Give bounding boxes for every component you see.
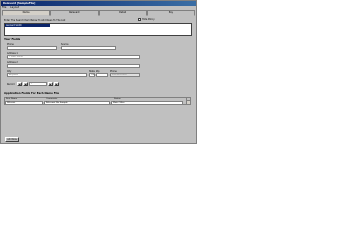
city-field[interactable]: Anytown: [7, 73, 87, 77]
address2-field[interactable]: [7, 64, 140, 68]
first-record-button[interactable]: ◀: [23, 82, 28, 86]
hide-policy-label: Hide Policy: [142, 18, 155, 21]
source-field[interactable]: [61, 46, 116, 50]
prev-record-button[interactable]: ◀: [17, 82, 22, 86]
state-field[interactable]: MA: [89, 73, 95, 77]
name-list[interactable]: Leonard Smith: [4, 23, 192, 36]
search-hint: Enter The Search Item Below To Add Rows …: [4, 19, 66, 22]
menu-layout[interactable]: Layout: [10, 6, 19, 9]
app-window: Relevant [SampleFile] File Layout Name R…: [0, 0, 197, 144]
hide-policy-checkbox[interactable]: [138, 18, 141, 21]
menu-file[interactable]: File: [2, 6, 6, 9]
record-label: Record: [7, 83, 15, 86]
add-row-button[interactable]: Add Row: [5, 137, 19, 142]
grid-cell-comments[interactable]: Relevant File Sample: [44, 101, 110, 105]
phone-field[interactable]: [7, 46, 57, 50]
record-field[interactable]: 1: [29, 82, 47, 86]
list-item[interactable]: Leonard Smith: [5, 24, 50, 27]
table-row: SPersist Relevant File Sample Main Offic…: [5, 101, 190, 105]
app-fields-title: Application Fields For Each Name File: [4, 92, 60, 95]
phone2-field[interactable]: 555-555-5555: [110, 73, 140, 77]
your-fields-title: Your Fields: [4, 38, 21, 41]
tab-pay[interactable]: Pay: [146, 10, 195, 16]
last-record-button[interactable]: ▶: [54, 82, 59, 86]
app-fields-grid: First Name Comments Status SPersist Rele…: [4, 97, 191, 105]
next-record-button[interactable]: ▶: [48, 82, 53, 86]
tab-strip: Name Relevant Detail Pay: [2, 10, 195, 16]
zip-field[interactable]: [96, 73, 108, 77]
grid-scrollbar[interactable]: [186, 98, 190, 104]
grid-cell-status[interactable]: Main Office: [111, 101, 183, 105]
tab-detail[interactable]: Detail: [98, 10, 147, 16]
tab-relevant[interactable]: Relevant: [50, 10, 99, 16]
grid-cell-first-name[interactable]: SPersist: [5, 101, 43, 105]
scroll-up-arrow[interactable]: [187, 98, 190, 101]
tab-name[interactable]: Name: [2, 10, 51, 16]
address1-field[interactable]: 1 Main Street: [7, 55, 140, 59]
hide-policy-toggle[interactable]: Hide Policy: [138, 18, 155, 21]
